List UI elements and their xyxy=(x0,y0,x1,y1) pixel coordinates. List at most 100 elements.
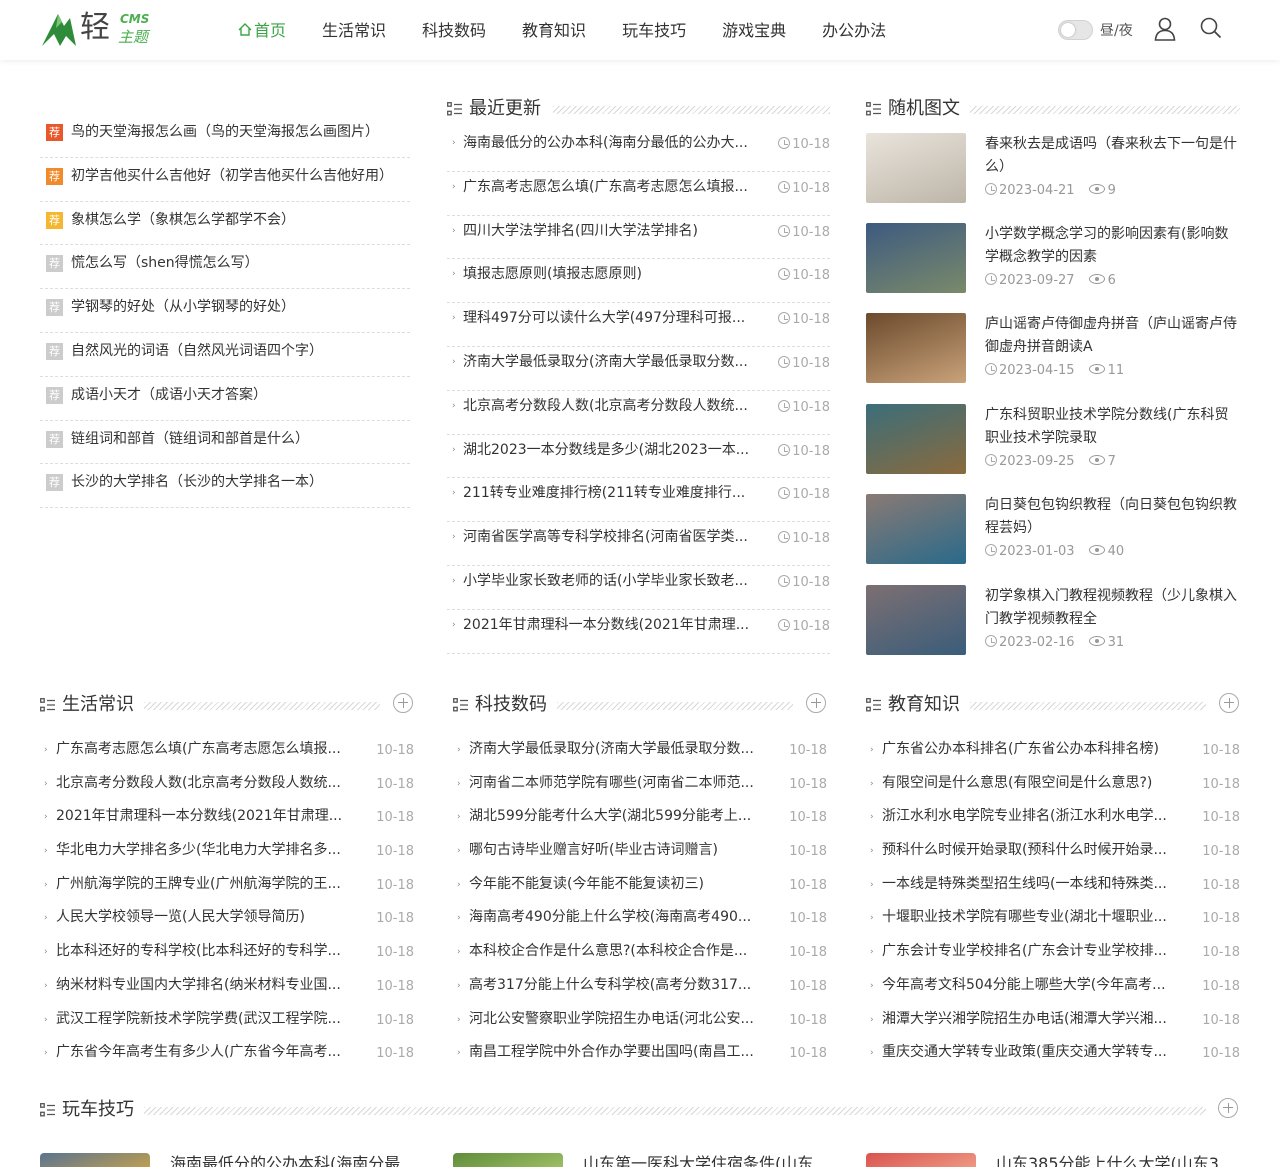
post-thumbnail[interactable] xyxy=(453,1153,563,1167)
post-card[interactable]: 广东科贸职业技术学院分数线(广东科贸职业技术学院录取 2023-09-25 7 xyxy=(866,404,1240,476)
car-post-card[interactable]: 山东385分能上什么大学(山东3 xyxy=(866,1153,1240,1167)
list-item[interactable]: › 河南省二本师范学院有哪些(河南省二本师范... 10-18 xyxy=(453,769,827,803)
post-title[interactable]: 初学象棋入门教程视频教程（少儿象棋入门教学视频教程全 xyxy=(985,585,1241,630)
list-item[interactable]: 荐慌怎么写（shen得慌怎么写） xyxy=(40,245,410,290)
list-item[interactable]: › 人民大学校领导一览(人民大学领导简历) 10-18 xyxy=(40,903,414,937)
list-item[interactable]: 荐成语小天才（成语小天才答案） xyxy=(40,377,410,421)
list-item[interactable]: › 广东省今年高考生有多少人(广东省今年高考... 10-18 xyxy=(40,1038,414,1072)
chevron-right-icon: › xyxy=(870,1014,874,1025)
list-item[interactable]: › 理科497分可以读什么大学(497分理科可报... 10-18 xyxy=(447,303,830,347)
list-item[interactable]: 荐鸟的天堂海报怎么画（鸟的天堂海报怎么画图片） xyxy=(40,114,410,158)
more-plus-icon[interactable] xyxy=(393,693,413,713)
post-thumbnail[interactable] xyxy=(866,133,966,203)
nav-games[interactable]: 游戏宝典 xyxy=(704,0,804,60)
list-item[interactable]: › 一本线是特殊类型招生线吗(一本线和特殊类... 10-18 xyxy=(866,870,1240,904)
list-item[interactable]: 荐象棋怎么学（象棋怎么学都学不会） xyxy=(40,202,410,246)
list-item[interactable]: 荐链组词和部首（链组词和部首是什么） xyxy=(40,421,410,465)
list-item[interactable]: › 广州航海学院的王牌专业(广州航海学院的王... 10-18 xyxy=(40,870,414,904)
list-item[interactable]: › 小学毕业家长致老师的话(小学毕业家长致老... 10-18 xyxy=(447,566,830,610)
post-thumbnail[interactable] xyxy=(866,585,966,655)
post-title[interactable]: 向日葵包包钩织教程（向日葵包包钩织教程芸妈） xyxy=(985,494,1241,539)
nav-life[interactable]: 生活常识 xyxy=(304,0,404,60)
post-thumbnail[interactable] xyxy=(40,1153,150,1167)
post-date: 2023-01-03 xyxy=(999,544,1075,559)
item-title: 今年高考文科504分能上哪些大学(今年高考... xyxy=(882,976,1166,993)
post-title[interactable]: 山东第一医科大学住宿条件(山东 xyxy=(583,1153,813,1167)
nav-home[interactable]: 首页 xyxy=(220,0,304,60)
list-item[interactable]: 荐学钢琴的好处（从小学钢琴的好处） xyxy=(40,289,410,333)
list-item[interactable]: › 高考317分能上什么专科学校(高考分数317... 10-18 xyxy=(453,971,827,1005)
list-item[interactable]: › 2021年甘肃理科一本分数线(2021年甘肃理... 10-18 xyxy=(40,802,414,836)
list-item[interactable]: › 济南大学最低录取分(济南大学最低录取分数... 10-18 xyxy=(453,735,827,769)
section-title: 最近更新 xyxy=(469,98,541,119)
list-item[interactable]: › 广东高考志愿怎么填(广东高考志愿怎么填报... 10-18 xyxy=(447,172,830,216)
list-icon xyxy=(453,698,469,716)
chevron-right-icon: › xyxy=(452,313,456,324)
list-item[interactable]: › 今年能不能复读(今年能不能复读初三) 10-18 xyxy=(453,870,827,904)
post-title[interactable]: 山东385分能上什么大学(山东3 xyxy=(996,1153,1219,1167)
more-plus-icon[interactable] xyxy=(1219,693,1239,713)
list-item[interactable]: › 湘潭大学兴湘学院招生办电话(湘潭大学兴湘... 10-18 xyxy=(866,1005,1240,1039)
post-title[interactable]: 广东科贸职业技术学院分数线(广东科贸职业技术学院录取 xyxy=(985,404,1241,449)
clock-icon xyxy=(778,355,791,368)
post-title[interactable]: 海南最低分的公办本科(海南分最 xyxy=(170,1153,400,1167)
post-thumbnail[interactable] xyxy=(866,223,966,293)
list-item[interactable]: › 有限空间是什么意思(有限空间是什么意思?) 10-18 xyxy=(866,769,1240,803)
car-post-card[interactable]: 山东第一医科大学住宿条件(山东 xyxy=(453,1153,827,1167)
list-item[interactable]: › 河南省医学高等专科学校排名(河南省医学类... 10-18 xyxy=(447,522,830,566)
more-plus-icon[interactable] xyxy=(806,693,826,713)
post-card[interactable]: 初学象棋入门教程视频教程（少儿象棋入门教学视频教程全 2023-02-16 31 xyxy=(866,585,1240,657)
list-item[interactable]: › 2021年甘肃理科一本分数线(2021年甘肃理... 10-18 xyxy=(447,610,830,654)
list-item[interactable]: › 湖北599分能考什么大学(湖北599分能考上... 10-18 xyxy=(453,802,827,836)
nav-car[interactable]: 玩车技巧 xyxy=(604,0,704,60)
post-card[interactable]: 向日葵包包钩织教程（向日葵包包钩织教程芸妈） 2023-01-03 40 xyxy=(866,494,1240,566)
list-item[interactable]: › 本科校企合作是什么意思?(本科校企合作是... 10-18 xyxy=(453,937,827,971)
post-thumbnail[interactable] xyxy=(866,494,966,564)
list-item[interactable]: › 华北电力大学排名多少(华北电力大学排名多... 10-18 xyxy=(40,836,414,870)
list-item[interactable]: › 北京高考分数段人数(北京高考分数段人数统... 10-18 xyxy=(447,391,830,435)
list-item[interactable]: › 填报志愿原则(填报志愿原则) 10-18 xyxy=(447,259,830,304)
list-item[interactable]: › 预科什么时候开始录取(预科什么时候开始录... 10-18 xyxy=(866,836,1240,870)
more-plus-icon[interactable] xyxy=(1218,1098,1238,1118)
nav-education[interactable]: 教育知识 xyxy=(504,0,604,60)
user-icon[interactable] xyxy=(1154,17,1176,45)
list-item[interactable]: 荐初学吉他买什么吉他好（初学吉他买什么吉他好用） xyxy=(40,158,410,202)
list-item[interactable]: › 济南大学最低录取分(济南大学最低录取分数... 10-18 xyxy=(447,347,830,391)
list-item[interactable]: › 十堰职业技术学院有哪些专业(湖北十堰职业... 10-18 xyxy=(866,903,1240,937)
post-thumbnail[interactable] xyxy=(866,313,966,383)
list-item[interactable]: › 海南高考490分能上什么学校(海南高考490... 10-18 xyxy=(453,903,827,937)
post-thumbnail[interactable] xyxy=(866,1153,976,1167)
site-logo[interactable]: 轻 CMS 主题 xyxy=(40,6,155,50)
list-item[interactable]: › 比本科还好的专科学校(比本科还好的专科学... 10-18 xyxy=(40,937,414,971)
post-thumbnail[interactable] xyxy=(866,404,966,474)
list-item[interactable]: 荐自然风光的词语（自然风光词语四个字） xyxy=(40,333,410,377)
search-icon[interactable] xyxy=(1200,17,1222,43)
list-item[interactable]: › 浙江水利水电学院专业排名(浙江水利水电学... 10-18 xyxy=(866,802,1240,836)
list-item[interactable]: › 哪句古诗毕业赠言好听(毕业古诗词赠言) 10-18 xyxy=(453,836,827,870)
list-item[interactable]: › 广东省公办本科排名(广东省公办本科排名榜) 10-18 xyxy=(866,735,1240,769)
list-item[interactable]: › 四川大学法学排名(四川大学法学排名) 10-18 xyxy=(447,216,830,260)
nav-tech[interactable]: 科技数码 xyxy=(404,0,504,60)
list-item[interactable]: › 重庆交通大学转专业政策(重庆交通大学转专... 10-18 xyxy=(866,1038,1240,1072)
nav-office[interactable]: 办公办法 xyxy=(804,0,904,60)
list-item[interactable]: › 广东会计专业学校排名(广东会计专业学校排... 10-18 xyxy=(866,937,1240,971)
post-title[interactable]: 庐山谣寄卢侍御虚舟拼音（庐山谣寄卢侍御虚舟拼音朗读A xyxy=(985,313,1241,358)
list-item[interactable]: › 纳米材料专业国内大学排名(纳米材料专业国... 10-18 xyxy=(40,971,414,1005)
list-item[interactable]: › 211转专业难度排行榜(211转专业难度排行... 10-18 xyxy=(447,478,830,523)
post-card[interactable]: 春来秋去是成语吗（春来秋去下一句是什么） 2023-04-21 9 xyxy=(866,133,1240,205)
list-item[interactable]: › 河北公安警察职业学院招生办电话(河北公安... 10-18 xyxy=(453,1005,827,1039)
list-item[interactable]: › 海南最低分的公办本科(海南分最低的公办大... 10-18 xyxy=(447,128,830,172)
list-item[interactable]: › 南昌工程学院中外合作办学要出国吗(南昌工... 10-18 xyxy=(453,1038,827,1072)
post-title[interactable]: 春来秋去是成语吗（春来秋去下一句是什么） xyxy=(985,133,1241,178)
list-item[interactable]: › 北京高考分数段人数(北京高考分数段人数统... 10-18 xyxy=(40,769,414,803)
list-item[interactable]: 荐长沙的大学排名（长沙的大学排名一本） xyxy=(40,464,410,509)
list-item[interactable]: › 武汉工程学院新技术学院学费(武汉工程学院... 10-18 xyxy=(40,1005,414,1039)
post-card[interactable]: 庐山谣寄卢侍御虚舟拼音（庐山谣寄卢侍御虚舟拼音朗读A 2023-04-15 11 xyxy=(866,313,1240,385)
list-item[interactable]: › 广东高考志愿怎么填(广东高考志愿怎么填报... 10-18 xyxy=(40,735,414,769)
post-title[interactable]: 小学数学概念学习的影响因素有(影响数学概念教学的因素 xyxy=(985,223,1241,268)
theme-toggle[interactable] xyxy=(1058,20,1093,40)
list-item[interactable]: › 今年高考文科504分能上哪些大学(今年高考... 10-18 xyxy=(866,971,1240,1005)
list-item[interactable]: › 湖北2023一本分数线是多少(湖北2023一本... 10-18 xyxy=(447,435,830,479)
car-post-card[interactable]: 海南最低分的公办本科(海南分最 xyxy=(40,1153,414,1167)
post-card[interactable]: 小学数学概念学习的影响因素有(影响数学概念教学的因素 2023-09-27 6 xyxy=(866,223,1240,295)
